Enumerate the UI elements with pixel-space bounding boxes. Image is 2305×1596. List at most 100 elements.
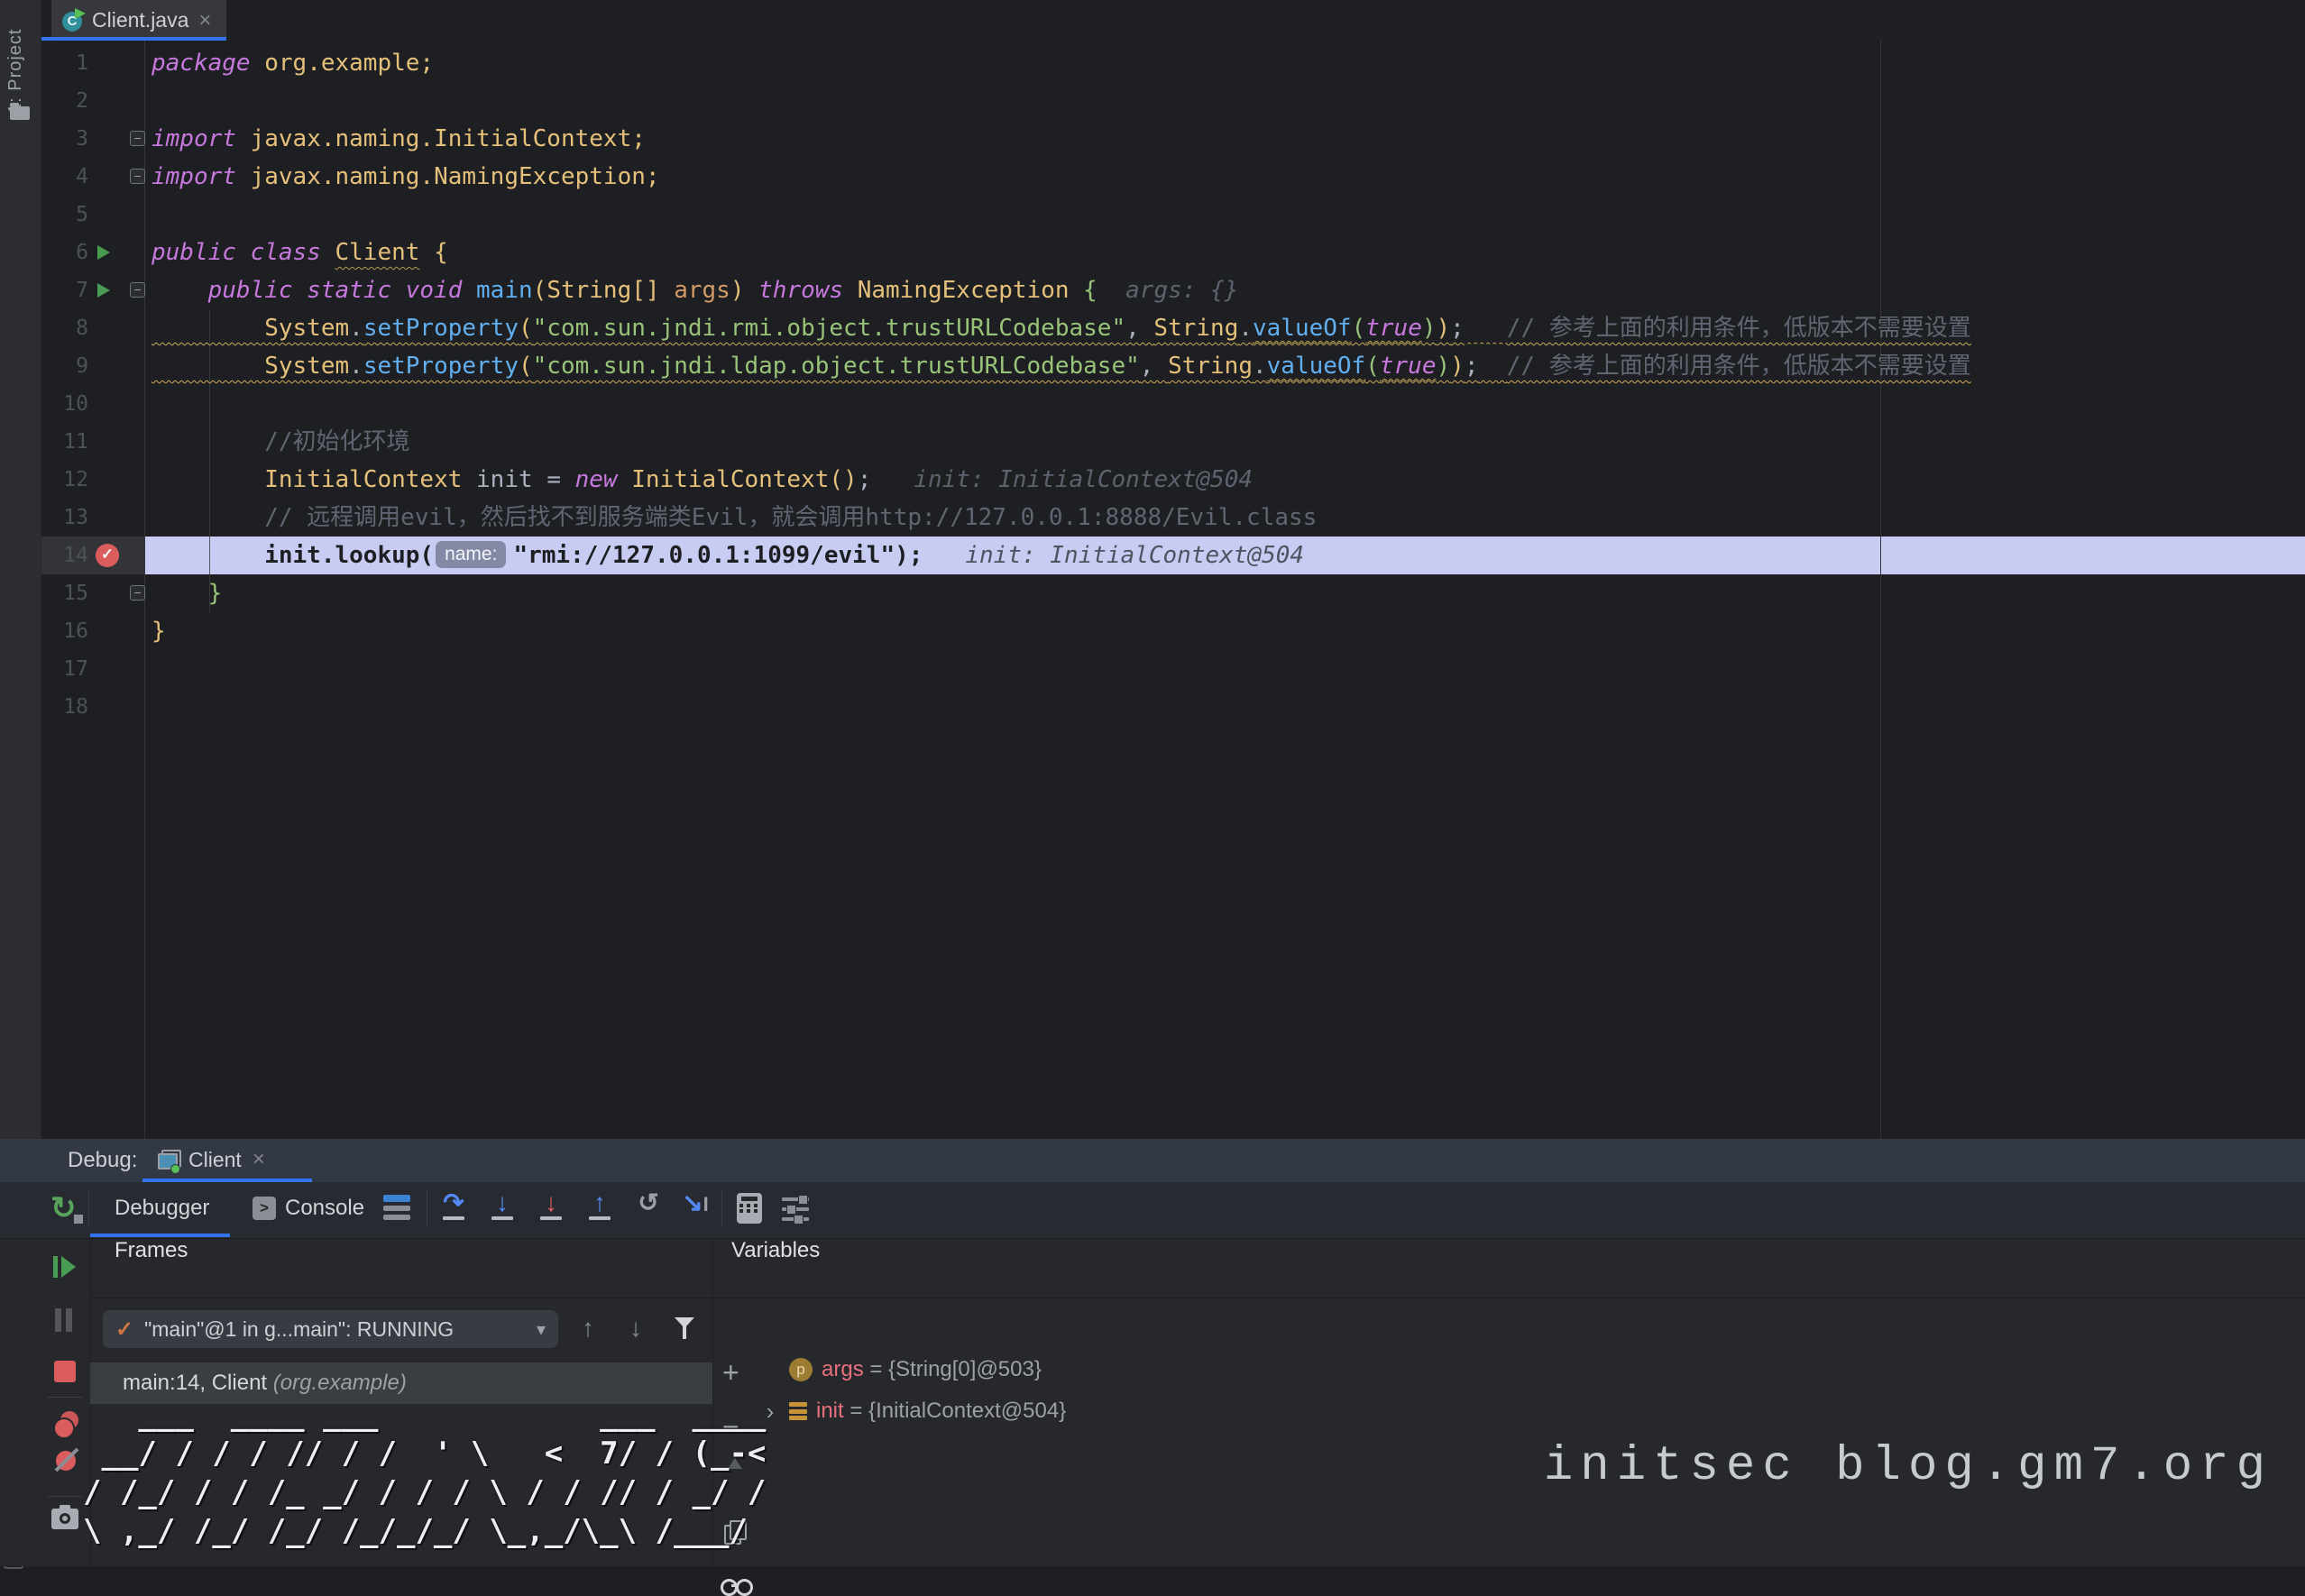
code-line: init.lookup(name:"rmi://127.0.0.1:1099/e… [152,537,1304,574]
line-number: 17 [41,650,88,688]
step-into-icon[interactable]: ↓ [484,1189,520,1229]
variable-name: init [816,1399,844,1423]
close-icon[interactable]: × [253,1151,265,1169]
line-number: 8 [41,309,88,347]
divider [721,1191,722,1227]
up-arrow-icon[interactable]: ↑ [582,1314,594,1343]
active-tab-indicator [90,1234,230,1237]
divider [48,1496,82,1497]
close-icon[interactable]: × [198,12,211,30]
fold-icon[interactable]: − [130,585,145,601]
mute-breakpoints-icon[interactable] [53,1447,80,1474]
line-number: 9 [41,347,88,385]
hard-wrap-guide [1880,41,1881,1139]
debug-header: Debug: Client × [0,1140,2305,1182]
line-number: 18 [41,688,88,726]
line-number: 6 [41,234,88,271]
code-line: public static void main(String[] args) t… [152,271,1238,309]
equals: = [844,1399,868,1423]
code-line: // 远程调用evil，然后找不到服务端类Evil，就会调用http://127… [152,499,1317,537]
stop-icon[interactable] [54,1361,76,1382]
tab-debugger[interactable]: Debugger [115,1182,209,1234]
view-options-icon[interactable] [782,1195,813,1225]
debug-label: Debug: [68,1148,137,1173]
field-icon [789,1400,807,1422]
variable-name: args [822,1357,864,1381]
code-line: package org.example; [152,44,434,82]
frames-panel: ✓ "main"@1 in g...main": RUNNING ▾ ↑ ↓ m… [90,1298,712,1566]
force-step-into-icon[interactable]: ↓ [533,1189,569,1229]
variable-value: {String[0]@503} [888,1357,1042,1381]
variable-row-init[interactable]: › init = {InitialContext@504} [760,1391,1066,1431]
frame-location: main:14, Client [123,1371,273,1395]
line-number: 3 [41,120,88,158]
code-line: import javax.naming.NamingException; [152,158,660,196]
thread-dump-camera-icon[interactable] [51,1509,78,1529]
run-configuration-icon [158,1150,179,1169]
filter-funnel-icon[interactable] [675,1317,694,1341]
code-line: } [152,574,222,612]
scroll-up-icon[interactable] [728,1458,742,1469]
code-line: System.setProperty("com.sun.jndi.ldap.ob… [152,347,1971,385]
chevron-down-icon: ▾ [537,1318,546,1341]
remove-watch-icon[interactable]: − [722,1413,739,1440]
divider [88,1191,89,1227]
frame-row-selected[interactable]: main:14, Client (org.example) [90,1362,712,1404]
line-number: 16 [41,612,88,650]
console-icon: > [253,1197,276,1220]
debug-tab-client[interactable]: Client × [158,1140,265,1179]
frames-panel-title: Frames [115,1238,188,1298]
line-number: 13 [41,499,88,537]
parameter-icon: p [789,1358,813,1381]
frame-package: (org.example) [273,1371,407,1395]
line-number: 5 [41,196,88,234]
fold-icon[interactable]: − [130,282,145,298]
fold-icon[interactable]: − [130,169,145,184]
line-number: 11 [41,423,88,461]
line-number: 10 [41,385,88,423]
folder-icon[interactable] [10,106,30,120]
expand-chevron-icon[interactable]: › [760,1398,780,1426]
show-watches-icon[interactable] [721,1579,753,1593]
code-line: InitialContext init = new InitialContext… [152,461,1253,499]
reset-frame-icon[interactable]: ↺ [630,1189,666,1229]
layout-settings-icon[interactable] [383,1195,410,1224]
code-line: //初始化环境 [152,423,410,461]
breakpoint-icon[interactable]: ✓ [96,544,119,567]
thread-selector-dropdown[interactable]: ✓ "main"@1 in g...main": RUNNING ▾ [103,1310,558,1348]
variable-row-args[interactable]: p args = {String[0]@503} [760,1350,1042,1390]
project-tool-window-button[interactable]: 1: Project [5,14,26,114]
step-out-icon[interactable]: ↑ [582,1189,618,1229]
pause-icon[interactable] [55,1308,77,1336]
variable-value: {InitialContext@504} [868,1399,1066,1423]
spacer [760,1356,780,1384]
run-icon[interactable] [97,245,110,260]
code-line: public class Client { [152,234,448,271]
down-arrow-icon[interactable]: ↓ [629,1314,642,1343]
fold-icon[interactable]: − [130,131,145,146]
divider [48,1397,82,1398]
tab-console[interactable]: > Console [253,1182,364,1234]
debug-toolbar: ↻ Debugger > Console ↷ ↓ ↓ ↑ ↺ ↘I [0,1182,2305,1239]
run-icon[interactable] [97,283,110,298]
tab-client-java[interactable]: C Client.java × [51,0,226,41]
line-number: 2 [41,82,88,120]
line-number: 15 [41,574,88,612]
line-number: 14 [41,537,88,574]
rerun-icon[interactable]: ↻ [51,1191,85,1225]
view-breakpoints-icon[interactable] [53,1411,80,1436]
thread-status-check-icon: ✓ [115,1316,133,1343]
line-number: 7 [41,271,88,309]
tab-title: Client.java [92,8,188,32]
evaluate-expression-icon[interactable] [737,1193,762,1224]
thread-selector-value: "main"@1 in g...main": RUNNING [144,1317,526,1342]
editor-tab-bar: C Client.java × [41,0,2305,41]
add-watch-icon[interactable]: + [722,1359,739,1386]
step-over-icon[interactable]: ↷ [436,1189,472,1229]
debug-tab-title: Client [188,1148,242,1172]
code-editor[interactable]: 123456789101112131415161718−−−✓− package… [41,41,2305,1139]
run-to-cursor-icon[interactable]: ↘I [677,1189,713,1229]
code-line: System.setProperty("com.sun.jndi.rmi.obj… [152,309,1971,347]
debugger-actions-toolbar [41,1238,91,1566]
copy-icon[interactable] [724,1525,741,1545]
